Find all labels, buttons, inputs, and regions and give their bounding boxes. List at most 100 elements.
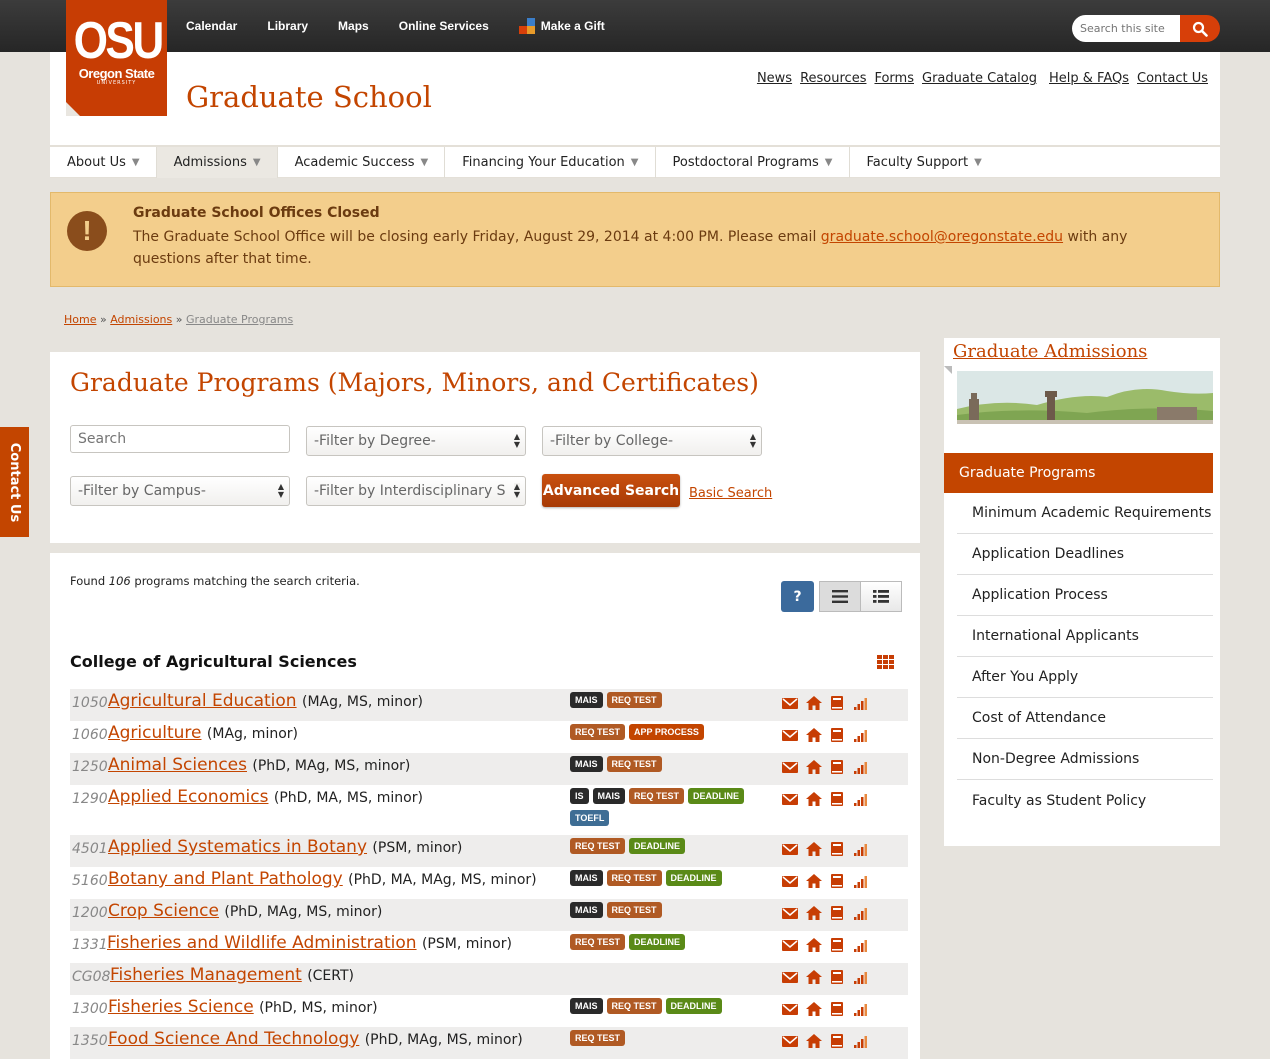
book-icon[interactable] [830, 905, 846, 920]
tag-badge[interactable]: APP PROCESS [629, 724, 704, 740]
signal-bars-icon[interactable] [854, 937, 870, 952]
toplink-library[interactable]: Library [267, 19, 308, 33]
basic-search-link[interactable]: Basic Search [689, 486, 772, 501]
program-link[interactable]: Animal Sciences [108, 755, 247, 775]
email-icon[interactable] [782, 1001, 798, 1015]
email-icon[interactable] [782, 1033, 798, 1047]
tag-badge[interactable]: REQ TEST [570, 934, 626, 950]
book-icon[interactable] [830, 727, 846, 742]
email-icon[interactable] [782, 695, 798, 709]
sidebar-item-faculty-student-policy[interactable]: Faculty as Student Policy [957, 780, 1213, 821]
program-link[interactable]: Fisheries and Wildlife Administration [107, 933, 417, 953]
program-link[interactable]: Agriculture [108, 723, 202, 743]
tag-badge[interactable]: REQ TEST [570, 1030, 626, 1046]
nav-about-us[interactable]: About Us ▼ [50, 147, 157, 178]
home-icon[interactable] [806, 759, 822, 774]
tag-badge[interactable]: REQ TEST [629, 788, 685, 804]
alert-email-link[interactable]: graduate.school@oregonstate.edu [821, 229, 1063, 245]
tag-badge[interactable]: DEADLINE [665, 998, 722, 1014]
tag-badge[interactable]: DEADLINE [629, 838, 686, 854]
tag-badge[interactable]: DEADLINE [665, 870, 722, 886]
sidebar-item-international-applicants[interactable]: International Applicants [957, 616, 1213, 657]
email-icon[interactable] [782, 937, 798, 951]
sidebar-item-application-deadlines[interactable]: Application Deadlines [957, 534, 1213, 575]
program-search-input[interactable] [70, 425, 290, 453]
tag-badge[interactable]: TOEFL [570, 810, 610, 826]
sidebar-item-minimum-requirements[interactable]: Minimum Academic Requirements [957, 493, 1213, 534]
tag-badge[interactable]: MAIS [592, 788, 626, 804]
signal-bars-icon[interactable] [854, 695, 870, 710]
util-link-news[interactable]: News [757, 71, 792, 86]
help-button[interactable]: ? [781, 581, 814, 612]
tag-badge[interactable]: REQ TEST [606, 692, 662, 708]
tag-badge[interactable]: REQ TEST [606, 756, 662, 772]
book-icon[interactable] [830, 873, 846, 888]
util-link-help-faqs[interactable]: Help & FAQs [1049, 71, 1129, 86]
home-icon[interactable] [806, 1033, 822, 1048]
home-icon[interactable] [806, 841, 822, 856]
email-icon[interactable] [782, 841, 798, 855]
program-link[interactable]: Applied Systematics in Botany [108, 837, 367, 857]
signal-bars-icon[interactable] [854, 791, 870, 806]
program-link[interactable]: Fisheries Science [108, 997, 254, 1017]
program-link[interactable]: Fisheries Management [110, 965, 302, 985]
campus-filter-select[interactable]: -Filter by Campus- ▲ ▼ [70, 476, 290, 506]
contact-us-tab[interactable]: Contact Us [0, 427, 29, 537]
sidebar-item-cost-of-attendance[interactable]: Cost of Attendance [957, 698, 1213, 739]
signal-bars-icon[interactable] [854, 873, 870, 888]
book-icon[interactable] [830, 791, 846, 806]
signal-bars-icon[interactable] [854, 1033, 870, 1048]
site-search-input[interactable] [1072, 15, 1180, 42]
book-icon[interactable] [830, 759, 846, 774]
search-button[interactable] [1180, 15, 1220, 42]
toplink-calendar[interactable]: Calendar [186, 19, 237, 33]
toplink-make-a-gift[interactable]: Make a Gift [518, 18, 605, 34]
tag-badge[interactable]: MAIS [570, 870, 603, 886]
email-icon[interactable] [782, 727, 798, 741]
advanced-search-button[interactable]: Advanced Search [542, 474, 680, 507]
grid-icon[interactable] [877, 655, 895, 669]
degree-filter-select[interactable]: -Filter by Degree- ▲ ▼ [306, 426, 526, 456]
home-icon[interactable] [806, 791, 822, 806]
osu-logo[interactable]: OSU Oregon State UNIVERSITY [66, 0, 167, 116]
home-icon[interactable] [806, 873, 822, 888]
site-title[interactable]: Graduate School [186, 80, 432, 114]
tag-badge[interactable]: DEADLINE [688, 788, 745, 804]
util-link-resources[interactable]: Resources [800, 71, 866, 86]
college-filter-select[interactable]: -Filter by College- ▲ ▼ [542, 426, 762, 456]
email-icon[interactable] [782, 905, 798, 919]
book-icon[interactable] [830, 695, 846, 710]
tag-badge[interactable]: REQ TEST [570, 724, 626, 740]
nav-faculty-support[interactable]: Faculty Support ▼ [850, 147, 998, 178]
util-link-graduate-catalog[interactable]: Graduate Catalog [922, 71, 1037, 86]
tag-badge[interactable]: MAIS [570, 692, 603, 708]
nav-financing[interactable]: Financing Your Education ▼ [445, 147, 656, 178]
book-icon[interactable] [830, 1001, 846, 1016]
signal-bars-icon[interactable] [854, 905, 870, 920]
signal-bars-icon[interactable] [854, 1001, 870, 1016]
sidebar-item-application-process[interactable]: Application Process [957, 575, 1213, 616]
util-link-forms[interactable]: Forms [874, 71, 914, 86]
tag-badge[interactable]: REQ TEST [570, 838, 626, 854]
detail-view-button[interactable] [860, 581, 902, 612]
email-icon[interactable] [782, 969, 798, 983]
sidebar-item-after-you-apply[interactable]: After You Apply [957, 657, 1213, 698]
sidebar-title[interactable]: Graduate Admissions [953, 341, 1147, 362]
book-icon[interactable] [830, 841, 846, 856]
toplink-maps[interactable]: Maps [338, 19, 369, 33]
email-icon[interactable] [782, 791, 798, 805]
signal-bars-icon[interactable] [854, 727, 870, 742]
tag-badge[interactable]: MAIS [570, 756, 603, 772]
signal-bars-icon[interactable] [854, 759, 870, 774]
tag-badge[interactable]: IS [570, 788, 589, 804]
email-icon[interactable] [782, 759, 798, 773]
program-link[interactable]: Botany and Plant Pathology [108, 869, 343, 889]
book-icon[interactable] [830, 969, 846, 984]
home-icon[interactable] [806, 1001, 822, 1016]
util-link-contact-us[interactable]: Contact Us [1137, 71, 1208, 86]
home-icon[interactable] [806, 969, 822, 984]
program-link[interactable]: Crop Science [108, 901, 219, 921]
tag-badge[interactable]: DEADLINE [629, 934, 686, 950]
signal-bars-icon[interactable] [854, 841, 870, 856]
tag-badge[interactable]: REQ TEST [606, 870, 662, 886]
